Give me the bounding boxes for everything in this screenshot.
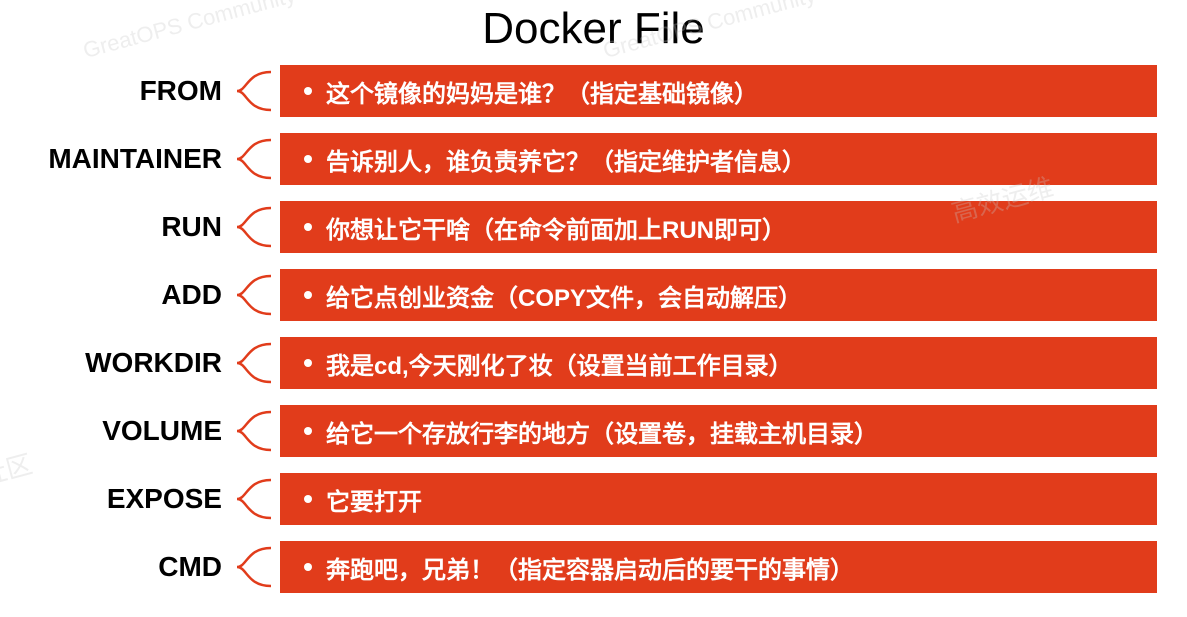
bracket-icon — [230, 130, 280, 188]
bracket-icon — [230, 62, 280, 120]
bullet-icon — [304, 291, 312, 299]
desc-cmd: 奔跑吧，兄弟！（指定容器启动后的要干的事情） — [280, 541, 1157, 593]
desc-expose: 它要打开 — [280, 473, 1157, 525]
desc-run: 你想让它干啥（在命令前面加上RUN即可） — [280, 201, 1157, 253]
rows-container: FROM 这个镜像的妈妈是谁？（指定基础镜像） MAINTAINER 告诉别人，… — [0, 62, 1187, 596]
bullet-icon — [304, 359, 312, 367]
row-run: RUN 你想让它干啥（在命令前面加上RUN即可） — [20, 198, 1157, 256]
desc-maintainer: 告诉别人，谁负责养它？（指定维护者信息） — [280, 133, 1157, 185]
row-cmd: CMD 奔跑吧，兄弟！（指定容器启动后的要干的事情） — [20, 538, 1157, 596]
row-maintainer: MAINTAINER 告诉别人，谁负责养它？（指定维护者信息） — [20, 130, 1157, 188]
bracket-icon — [230, 402, 280, 460]
row-volume: VOLUME 给它一个存放行李的地方（设置卷，挂载主机目录） — [20, 402, 1157, 460]
row-from: FROM 这个镜像的妈妈是谁？（指定基础镜像） — [20, 62, 1157, 120]
desc-volume: 给它一个存放行李的地方（设置卷，挂载主机目录） — [280, 405, 1157, 457]
desc-text: 我是cd,今天刚化了妆（设置当前工作目录） — [326, 346, 793, 381]
bullet-icon — [304, 427, 312, 435]
label-cmd: CMD — [20, 551, 230, 583]
label-run: RUN — [20, 211, 230, 243]
bracket-icon — [230, 266, 280, 324]
row-workdir: WORKDIR 我是cd,今天刚化了妆（设置当前工作目录） — [20, 334, 1157, 392]
desc-from: 这个镜像的妈妈是谁？（指定基础镜像） — [280, 65, 1157, 117]
desc-text: 奔跑吧，兄弟！（指定容器启动后的要干的事情） — [326, 550, 854, 585]
desc-workdir: 我是cd,今天刚化了妆（设置当前工作目录） — [280, 337, 1157, 389]
desc-text: 你想让它干啥（在命令前面加上RUN即可） — [326, 210, 786, 245]
bullet-icon — [304, 155, 312, 163]
label-add: ADD — [20, 279, 230, 311]
bullet-icon — [304, 495, 312, 503]
bracket-icon — [230, 470, 280, 528]
label-volume: VOLUME — [20, 415, 230, 447]
page-title: Docker File — [0, 0, 1187, 62]
bullet-icon — [304, 223, 312, 231]
row-expose: EXPOSE 它要打开 — [20, 470, 1157, 528]
desc-text: 给它点创业资金（COPY文件，会自动解压） — [326, 278, 802, 313]
bullet-icon — [304, 563, 312, 571]
bracket-icon — [230, 334, 280, 392]
desc-add: 给它点创业资金（COPY文件，会自动解压） — [280, 269, 1157, 321]
label-workdir: WORKDIR — [20, 347, 230, 379]
label-from: FROM — [20, 75, 230, 107]
bracket-icon — [230, 538, 280, 596]
label-maintainer: MAINTAINER — [20, 143, 230, 175]
bullet-icon — [304, 87, 312, 95]
desc-text: 这个镜像的妈妈是谁？（指定基础镜像） — [326, 74, 758, 109]
label-expose: EXPOSE — [20, 483, 230, 515]
desc-text: 给它一个存放行李的地方（设置卷，挂载主机目录） — [326, 414, 878, 449]
desc-text: 它要打开 — [326, 482, 422, 517]
bracket-icon — [230, 198, 280, 256]
desc-text: 告诉别人，谁负责养它？（指定维护者信息） — [326, 142, 806, 177]
row-add: ADD 给它点创业资金（COPY文件，会自动解压） — [20, 266, 1157, 324]
